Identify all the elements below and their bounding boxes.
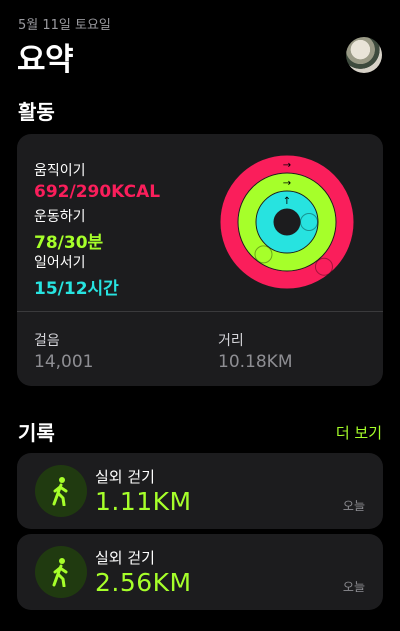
workout-card-2[interactable]: 실외 걷기 2.56KM 오늘 [17, 534, 383, 610]
see-more-link[interactable]: 더 보기 [336, 422, 382, 443]
steps-stat: 걸음 14,001 [34, 330, 93, 372]
exercise-metric: 운동하기 78/30분 [34, 206, 103, 253]
move-metric: 움직이기 692/290KCAL [34, 160, 160, 202]
avatar[interactable] [346, 37, 382, 73]
workout-day: 오늘 [342, 580, 365, 594]
workout-type: 실외 걷기 [95, 468, 155, 486]
move-ring-end-cap [314, 257, 333, 276]
distance-label: 거리 [218, 333, 244, 349]
move-value: 692/290KCAL [34, 182, 161, 202]
date-label: 5월 11일 토요일 [18, 18, 111, 33]
move-ring-arrow-icon: → [283, 160, 291, 171]
workout-distance: 1.11KM [95, 487, 192, 516]
stand-value: 15/12시간 [34, 279, 119, 299]
walking-figure-icon [35, 465, 87, 517]
exercise-label: 운동하기 [34, 209, 86, 225]
move-label: 움직이기 [34, 163, 86, 179]
page-title: 요약 [17, 42, 74, 78]
exercise-ring-end-cap [254, 245, 273, 264]
steps-label: 걸음 [34, 333, 60, 349]
stand-ring-end-cap [300, 213, 318, 231]
activity-section-title: 활동 [18, 100, 55, 124]
stand-metric: 일어서기 15/12시간 [34, 252, 119, 299]
workout-card-1[interactable]: 실외 걷기 1.11KM 오늘 [17, 453, 383, 529]
distance-stat: 거리 10.18KM [218, 330, 292, 372]
steps-value: 14,001 [34, 352, 94, 372]
walking-figure-icon [35, 546, 87, 598]
activity-card[interactable]: 움직이기 692/290KCAL 운동하기 78/30분 일어서기 15/12시… [17, 134, 383, 386]
stand-label: 일어서기 [34, 255, 86, 271]
workout-type: 실외 걷기 [95, 549, 155, 567]
activity-rings: → → ↑ [220, 155, 354, 289]
distance-value: 10.18KM [218, 352, 293, 372]
exercise-ring-arrow-icon: → [283, 178, 291, 189]
exercise-value: 78/30분 [34, 233, 104, 253]
card-divider [17, 311, 383, 312]
stand-ring-arrow-icon: ↑ [283, 196, 291, 207]
workout-day: 오늘 [342, 499, 365, 513]
workout-distance: 2.56KM [95, 568, 192, 597]
history-section-title: 기록 [18, 421, 55, 445]
